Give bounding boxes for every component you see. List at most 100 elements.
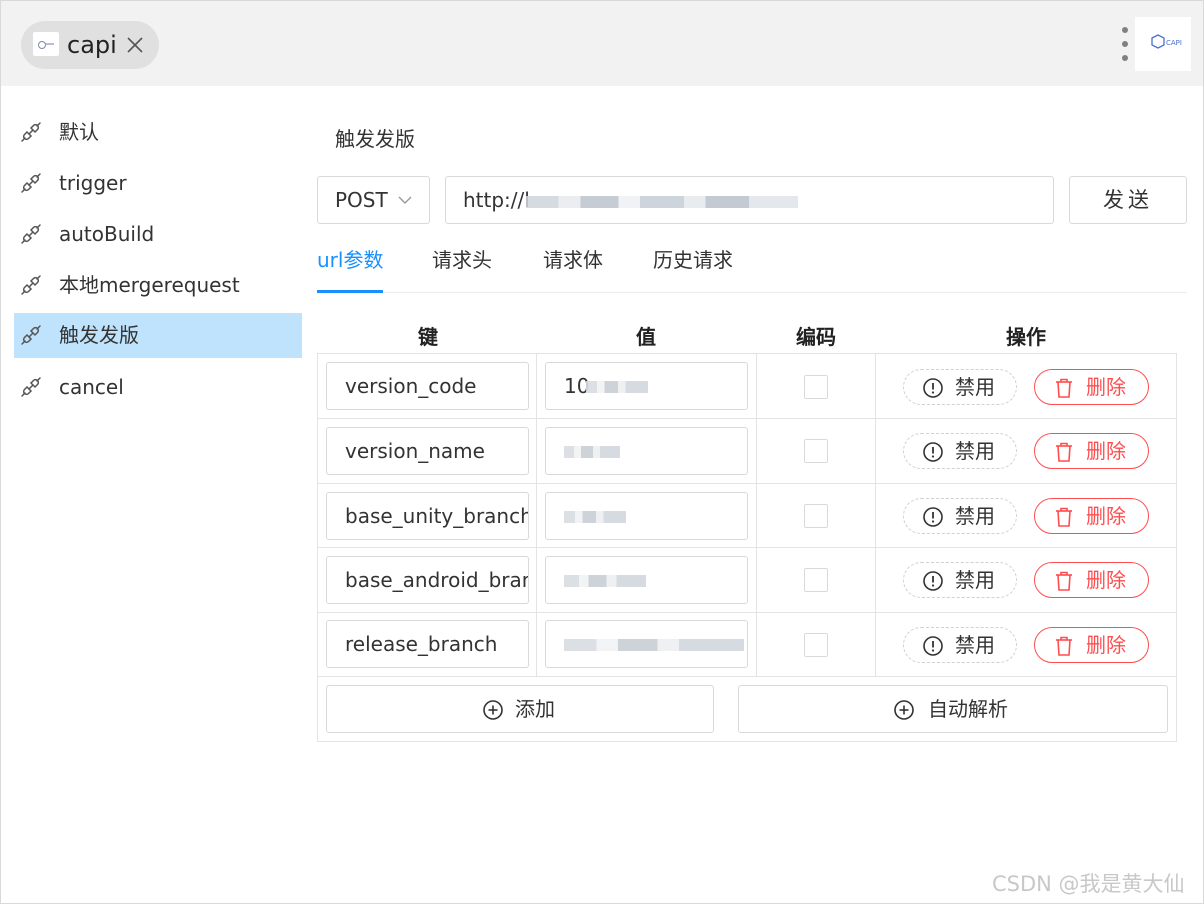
row-divider [318,676,1176,677]
add-param-button[interactable]: 添加 [326,685,714,733]
column-divider [875,354,876,676]
exclamation-circle-icon [923,378,943,398]
param-key-input[interactable]: base_android_bran [326,556,529,604]
param-key-input[interactable]: base_unity_branch [326,492,529,540]
disable-button[interactable]: 禁用 [903,627,1017,663]
encode-checkbox[interactable] [804,568,828,592]
param-key-input[interactable]: version_name [326,427,529,475]
row-divider [318,418,1176,419]
delete-button-label: 删除 [1086,375,1126,399]
link-icon [21,173,41,193]
trash-icon [1056,636,1072,656]
url-value: http://l [463,188,530,212]
delete-button[interactable]: 删除 [1034,627,1149,663]
delete-button-label: 删除 [1086,633,1126,657]
more-vertical-icon[interactable] [1115,25,1135,65]
tab-url-params[interactable]: url参数 [317,244,383,276]
trash-icon [1056,378,1072,398]
column-header-value: 值 [636,325,656,349]
param-key-value: base_unity_branch [345,504,529,528]
value-redacted [564,575,646,587]
disable-button-label: 禁用 [955,633,995,657]
project-tab-title: capi [67,31,117,59]
param-key-value: release_branch [345,632,498,656]
exclamation-circle-icon [923,507,943,527]
column-divider [756,354,757,676]
sidebar-item-label: 默认 [59,120,99,144]
param-value-input[interactable] [545,427,748,475]
url-input[interactable]: http://l [445,176,1054,224]
disable-button[interactable]: 禁用 [903,562,1017,598]
trash-icon [1056,571,1072,591]
tab-request-history[interactable]: 历史请求 [653,244,733,276]
app-logo-text: CAPI [1166,39,1182,47]
delete-button-label: 删除 [1086,568,1126,592]
auto-parse-label: 自动解析 [928,697,1008,721]
param-key-value: version_code [345,374,477,398]
auto-parse-button[interactable]: 自动解析 [738,685,1168,733]
param-value-input[interactable] [545,556,748,604]
value-redacted [564,511,626,523]
sidebar-item-label: cancel [59,375,124,399]
capi-app-logo: CAPI [1135,17,1191,71]
link-icon [21,275,41,295]
encode-checkbox[interactable] [804,504,828,528]
watermark: CSDN @我是黄大仙 [992,872,1185,896]
encode-checkbox[interactable] [804,633,828,657]
tab-request-body[interactable]: 请求体 [543,244,603,276]
param-key-input[interactable]: version_code [326,362,529,410]
sidebar-item-label: trigger [59,171,127,195]
row-divider [318,547,1176,548]
method-value: POST [335,188,388,212]
sidebar-item-trigger-release[interactable]: 触发发版 [14,313,302,358]
column-header-key: 键 [418,325,438,349]
link-icon [21,224,41,244]
disable-button[interactable]: 禁用 [903,498,1017,534]
method-select[interactable]: POST [317,176,430,224]
delete-button-label: 删除 [1086,439,1126,463]
param-value-input[interactable]: 10 [545,362,748,410]
encode-checkbox[interactable] [804,439,828,463]
column-header-encode: 编码 [796,325,836,349]
param-value-input[interactable] [545,492,748,540]
exclamation-circle-icon [923,442,943,462]
tabs-divider [317,292,1187,293]
column-divider [536,354,537,676]
sidebar-item-trigger[interactable]: trigger [14,161,302,206]
exclamation-circle-icon [923,571,943,591]
value-redacted [564,639,744,651]
disable-button[interactable]: 禁用 [903,433,1017,469]
disable-button-label: 禁用 [955,439,995,463]
param-key-input[interactable]: release_branch [326,620,529,668]
row-divider [318,612,1176,613]
delete-button[interactable]: 删除 [1034,433,1149,469]
close-icon[interactable] [125,35,145,55]
delete-button[interactable]: 删除 [1034,369,1149,405]
exclamation-circle-icon [923,636,943,656]
disable-button-label: 禁用 [955,568,995,592]
sidebar-item-label: 触发发版 [59,323,139,347]
param-value-input[interactable] [545,620,748,668]
disable-button-label: 禁用 [955,504,995,528]
sidebar-item-default[interactable]: 默认 [14,110,302,155]
active-tab-indicator [317,290,383,293]
sidebar-item-label: autoBuild [59,222,155,246]
capi-logo-icon [33,32,59,56]
value-redacted [586,381,648,393]
sidebar-item-autobuild[interactable]: autoBuild [14,212,302,257]
disable-button[interactable]: 禁用 [903,369,1017,405]
delete-button[interactable]: 删除 [1034,562,1149,598]
url-redacted [526,196,798,208]
sidebar-item-local-mergerequest[interactable]: 本地mergerequest [14,263,302,308]
chevron-down-icon [398,196,412,204]
encode-checkbox[interactable] [804,375,828,399]
delete-button-label: 删除 [1086,504,1126,528]
top-bar: capi CAPI [1,1,1203,86]
request-title: 触发发版 [335,127,415,151]
send-button[interactable]: 发送 [1069,176,1187,224]
sidebar-item-cancel[interactable]: cancel [14,365,302,410]
link-icon [21,122,41,142]
tab-request-headers[interactable]: 请求头 [432,244,492,276]
project-tab[interactable]: capi [21,21,159,69]
delete-button[interactable]: 删除 [1034,498,1149,534]
